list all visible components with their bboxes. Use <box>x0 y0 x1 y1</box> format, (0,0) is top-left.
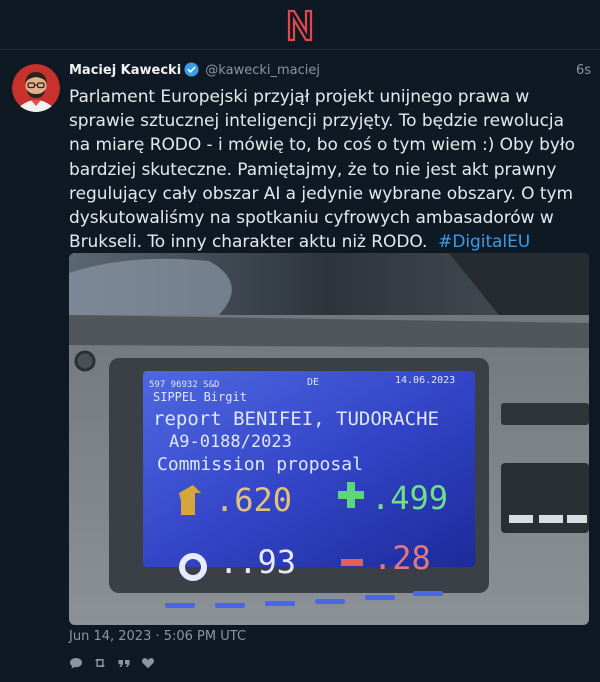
vote-against-count: .499 <box>371 479 448 517</box>
quote-icon[interactable] <box>117 656 131 670</box>
nitter-logo-icon[interactable] <box>285 8 315 42</box>
author-handle[interactable]: @kawecki_maciej <box>205 63 320 78</box>
tweet-timestamp[interactable]: 6s <box>576 61 591 81</box>
screen-line2: A9-0188/2023 <box>169 432 292 452</box>
vote-minus-icon <box>341 559 363 566</box>
screen-member: SIPPEL Birgit <box>153 390 247 404</box>
author-name[interactable]: Maciej Kawecki <box>69 63 181 78</box>
screen-line1: report BENIFEI, TUDORACHE <box>153 408 439 430</box>
screen-top-left: 597 96932 S&D <box>149 380 219 390</box>
avatar[interactable] <box>12 64 60 112</box>
vote-abstain-count: ..93 <box>219 543 296 581</box>
tweet-body: Parlament Europejski przyjął projekt uni… <box>69 87 575 253</box>
vote-minus-count: .28 <box>373 539 431 577</box>
tweet-actions <box>69 655 155 671</box>
screen-line3: Commission proposal <box>157 454 363 475</box>
heart-icon[interactable] <box>141 656 155 670</box>
reply-icon[interactable] <box>69 656 83 670</box>
retweet-icon[interactable] <box>93 656 107 670</box>
screen-top-mid: DE <box>307 377 319 388</box>
tweet-text: Parlament Europejski przyjął projekt uni… <box>69 85 589 254</box>
tweet-header: Maciej Kawecki @kawecki_maciej 6s <box>69 61 591 83</box>
tweet-date[interactable]: Jun 14, 2023 · 5:06 PM UTC <box>69 629 246 644</box>
top-bar <box>0 0 600 50</box>
screen-date: 14.06.2023 <box>395 375 455 386</box>
vote-for-count: .620 <box>215 481 292 519</box>
verified-badge-icon <box>184 62 199 77</box>
tweet-image[interactable]: 597 96932 S&D DE 14.06.2023 SIPPEL Birgi… <box>69 253 589 625</box>
hashtag-link[interactable]: #DigitalEU <box>438 232 530 252</box>
